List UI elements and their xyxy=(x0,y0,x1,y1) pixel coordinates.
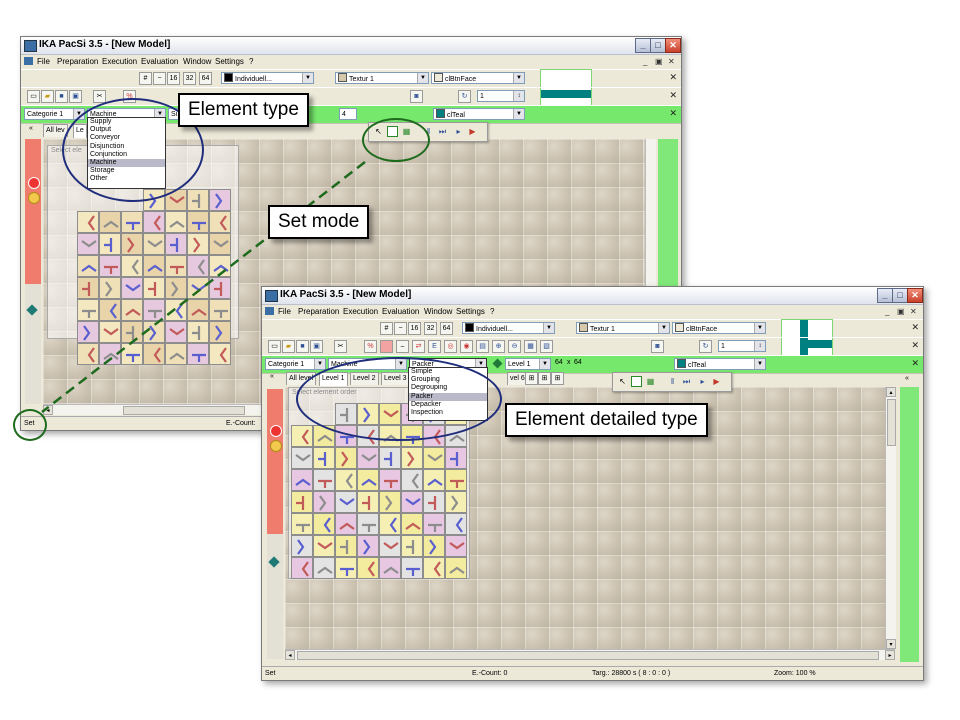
callout-element-type: Element type xyxy=(178,93,309,127)
callout-set-mode: Set mode xyxy=(268,205,370,239)
callout-element-detailed-type: Element detailed type xyxy=(505,403,708,437)
set-mode-highlight xyxy=(362,118,430,162)
detail-type-highlight xyxy=(296,357,502,441)
status-set-highlight xyxy=(13,409,47,441)
